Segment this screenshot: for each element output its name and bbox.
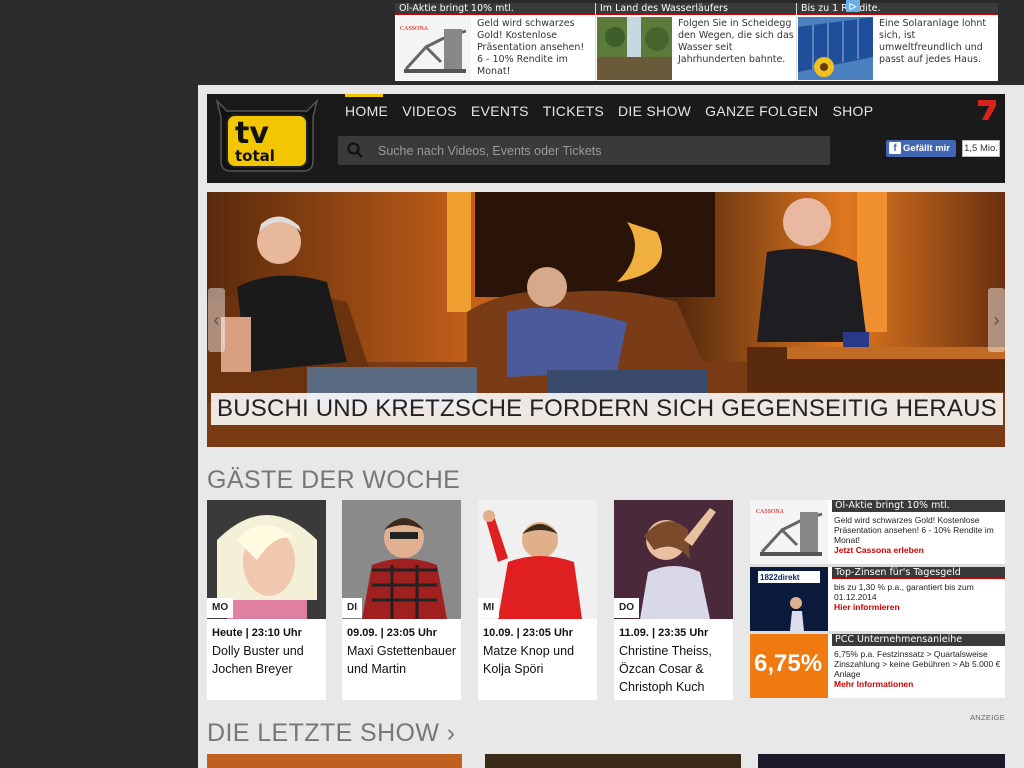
- hero-carousel[interactable]: ‹ › BUSCHI UND KRETZSCHE FORDERN SICH GE…: [207, 192, 1005, 447]
- cassona-logo: CASSONA: [756, 509, 785, 515]
- guest-name: Maxi Gstettenbauer und Martin: [347, 644, 457, 676]
- top-ad-strip: Öl-Aktie bringt 10% mtl. CASSONA Geld wi…: [395, 3, 998, 81]
- guest-name: Dolly Buster und Jochen Breyer: [212, 644, 304, 676]
- hero-next-arrow[interactable]: ›: [988, 288, 1005, 352]
- ad-headline: Bis zu 1 Rendite.: [797, 3, 998, 15]
- nav-shop[interactable]: SHOP: [832, 103, 873, 119]
- last-show-title[interactable]: DIE LETZTE SHOW ›: [207, 719, 456, 747]
- last-show-thumb[interactable]: [485, 754, 741, 768]
- ad-headline: Öl-Aktie bringt 10% mtl.: [395, 3, 595, 15]
- ad-text: Folgen Sie in Scheidegg den Wegen, die s…: [678, 18, 794, 65]
- cassona-logo: CASSONA: [400, 26, 429, 32]
- guest-day-badge: MO: [207, 598, 234, 618]
- oil-pump-image: CASSONA: [750, 500, 828, 564]
- guest-name: Christine Theiss, Özcan Cosar & Christop…: [619, 644, 712, 694]
- logo-text-tv: tv: [235, 116, 269, 151]
- guests-section-title: GÄSTE DER WOCHE: [207, 466, 461, 494]
- top-ad-oil[interactable]: Öl-Aktie bringt 10% mtl. CASSONA Geld wi…: [395, 3, 595, 81]
- main-page: tv total HOME VIDEOS EVENTS TICKETS DIE …: [198, 85, 1024, 768]
- last-show-title-text: DIE LETZTE SHOW: [207, 719, 440, 747]
- pcc-image: 6,75%: [750, 634, 828, 698]
- last-show-thumb[interactable]: [758, 754, 1005, 768]
- facebook-like-label: Gefällt mir: [903, 143, 950, 154]
- nav-videos[interactable]: VIDEOS: [402, 103, 457, 119]
- guest-time: 10.09. | 23:05 Uhr: [483, 627, 573, 639]
- guest-card[interactable]: DO 11.09. | 23:35 Uhr Christine Theiss, …: [614, 500, 733, 700]
- guest-time: 11.09. | 23:35 Uhr: [619, 627, 709, 639]
- waterfall-image: [597, 17, 672, 80]
- ad-headline: Im Land des Wasserläufers: [596, 3, 796, 15]
- side-ad-oil[interactable]: CASSONA Öl-Aktie bringt 10% mtl. Geld wi…: [750, 500, 1005, 564]
- hero-prev-arrow[interactable]: ‹: [208, 288, 225, 352]
- nav-ganze-folgen[interactable]: GANZE FOLGEN: [705, 103, 818, 119]
- solar-panel-image: [798, 17, 873, 80]
- side-ad-link[interactable]: Hier informieren: [834, 602, 1002, 612]
- top-ad-solar[interactable]: Bis zu 1 Rendite. Eine Solaranlage lohnt…: [797, 3, 998, 81]
- guest-name: Matze Knop und Kolja Spöri: [483, 644, 575, 676]
- main-nav: HOME VIDEOS EVENTS TICKETS DIE SHOW GANZ…: [345, 94, 887, 119]
- facebook-like-button[interactable]: f Gefällt mir: [886, 140, 956, 157]
- search-bar: [338, 136, 830, 165]
- adchoices-icon[interactable]: ▷: [846, 0, 860, 12]
- nav-home[interactable]: HOME: [345, 94, 388, 119]
- side-ad-text: bis zu 1,30 % p.a., garantiert bis zum 0…: [834, 582, 1002, 612]
- guest-time: 09.09. | 23:05 Uhr: [347, 627, 437, 639]
- tv-total-logo[interactable]: tv total: [213, 97, 321, 174]
- nav-die-show[interactable]: DIE SHOW: [618, 103, 691, 119]
- ad-text: Eine Solaranlage lohnt sich, ist umweltf…: [879, 18, 987, 65]
- search-input[interactable]: [378, 136, 818, 165]
- anzeige-label: ANZEIGE: [970, 713, 1006, 722]
- side-ad-text: Geld wird schwarzes Gold! Kostenlose Prä…: [834, 515, 1002, 555]
- prosieben-logo[interactable]: [976, 98, 998, 122]
- side-ad-headline: Top-Zinsen für's Tagesgeld: [832, 567, 1005, 579]
- hero-caption[interactable]: BUSCHI UND KRETZSCHE FORDERN SICH GEGENS…: [211, 393, 1003, 425]
- nav-tickets[interactable]: TICKETS: [543, 103, 604, 119]
- 1822direkt-image: 1822direkt: [750, 567, 828, 631]
- guest-card[interactable]: DI 09.09. | 23:05 Uhr Maxi Gstettenbauer…: [342, 500, 461, 700]
- guest-time: Heute | 23:10 Uhr: [212, 627, 302, 639]
- oil-pump-image: CASSONA: [396, 17, 471, 80]
- guest-day-badge: MI: [478, 598, 500, 618]
- top-ad-water[interactable]: Im Land des Wasserläufers Folgen Sie in …: [596, 3, 796, 81]
- nav-events[interactable]: EVENTS: [471, 103, 529, 119]
- facebook-like-count: 1,5 Mio.: [962, 140, 1000, 157]
- side-ad-headline: Öl-Aktie bringt 10% mtl.: [832, 500, 1005, 512]
- chevron-right-icon: ›: [446, 719, 456, 747]
- site-header: tv total HOME VIDEOS EVENTS TICKETS DIE …: [207, 94, 1005, 183]
- side-ad-1822direkt[interactable]: 1822direkt Top-Zinsen für's Tagesgeld bi…: [750, 567, 1005, 631]
- side-ad-pcc[interactable]: 6,75% PCC Unternehmensanleihe 6,75% p.a.…: [750, 634, 1005, 698]
- guest-card[interactable]: MI 10.09. | 23:05 Uhr Matze Knop und Kol…: [478, 500, 597, 700]
- side-ad-body: 6,75% p.a. Festzinssatz > Quartalsweise …: [834, 649, 1001, 679]
- pcc-rate-badge: 6,75%: [754, 650, 823, 677]
- guest-day-badge: DI: [342, 598, 362, 618]
- side-ad-body: Geld wird schwarzes Gold! Kostenlose Prä…: [834, 515, 994, 545]
- 1822direkt-logo: 1822direkt: [760, 573, 800, 582]
- logo-text-total: total: [235, 147, 275, 165]
- facebook-icon: f: [889, 142, 901, 154]
- side-ad-body: bis zu 1,30 % p.a., garantiert bis zum 0…: [834, 582, 974, 602]
- side-ad-text: 6,75% p.a. Festzinssatz > Quartalsweise …: [834, 649, 1002, 689]
- guest-day-badge: DO: [614, 598, 639, 618]
- search-icon[interactable]: [347, 142, 363, 158]
- ad-text: Geld wird schwarzes Gold! Kostenlose Prä…: [477, 18, 585, 77]
- last-show-thumb[interactable]: [207, 754, 462, 768]
- side-ad-headline: PCC Unternehmensanleihe: [832, 634, 1005, 646]
- side-ad-block: CASSONA Öl-Aktie bringt 10% mtl. Geld wi…: [750, 500, 1005, 698]
- side-ad-link[interactable]: Mehr Informationen: [834, 679, 1002, 689]
- side-ad-link[interactable]: Jetzt Cassona erleben: [834, 545, 1002, 555]
- guest-card[interactable]: MO Heute | 23:10 Uhr Dolly Buster und Jo…: [207, 500, 326, 700]
